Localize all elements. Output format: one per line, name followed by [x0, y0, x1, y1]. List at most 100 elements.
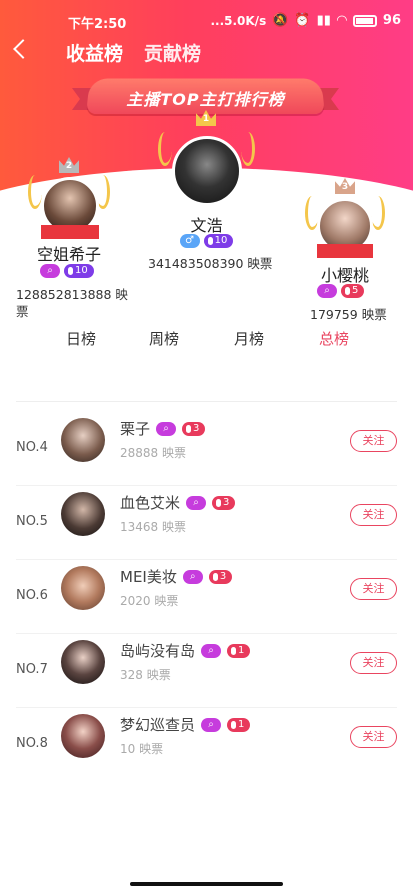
home-indicator[interactable] [130, 882, 283, 886]
podium-third-badges: ⌕ 5 [317, 284, 365, 298]
tab-monthly[interactable]: 月榜 [234, 328, 264, 349]
rank-label: NO.5 [16, 514, 48, 529]
rank-label: NO.8 [16, 736, 48, 751]
podium-second-votes: 128852813888 映 [16, 287, 128, 302]
tab-weekly[interactable]: 周榜 [149, 328, 179, 349]
follow-button[interactable]: 关注 [350, 578, 397, 600]
tab-daily[interactable]: 日榜 [66, 328, 96, 349]
laurel-left-icon [158, 132, 172, 166]
row-divider [16, 633, 397, 634]
level-badge: 10 [64, 264, 94, 278]
status-bar: 下午2:50 ...5.0K/s 🔕 ⏰ ▮▮ ◠ 96 [0, 0, 413, 34]
tab-income-ranking[interactable]: 收益榜 [66, 39, 123, 66]
mic-icon [68, 267, 73, 275]
level-badge: 1 [227, 717, 251, 732]
alarm-icon: ⏰ [294, 13, 311, 28]
network-speed: ...5.0K/s [210, 13, 267, 28]
user-name: MEI美妆 [120, 568, 177, 586]
signal-icon: ▮▮ [316, 13, 331, 28]
avatar[interactable] [61, 566, 105, 610]
laurel-right-icon [241, 132, 255, 166]
list-name-row: 岛屿没有岛 ⌕ 1 [120, 640, 251, 661]
male-icon: ♂ [179, 234, 200, 248]
mic-icon [216, 498, 222, 507]
podium-second-badges: ⌕ 10 [40, 264, 94, 278]
top-nav: 收益榜 贡献榜 [0, 36, 413, 66]
avatar[interactable] [172, 136, 242, 206]
list-name-row: 血色艾米 ⌕ 3 [120, 492, 236, 513]
laurel-left-icon [28, 175, 42, 209]
follow-button[interactable]: 关注 [350, 430, 397, 452]
avatar[interactable] [61, 640, 105, 684]
mic-icon [212, 572, 218, 581]
user-name: 血色艾米 [120, 494, 181, 512]
avatar[interactable] [61, 492, 105, 536]
user-name: 岛屿没有岛 [120, 642, 196, 660]
podium-ribbon [41, 225, 99, 239]
mic-icon [231, 646, 237, 655]
follow-button[interactable]: 关注 [350, 504, 397, 526]
podium-first[interactable]: 1 文浩 ♂ 10 [150, 108, 263, 273]
tab-total[interactable]: 总榜 [319, 328, 349, 349]
list-name-row: 梦幻巡查员 ⌕ 1 [120, 714, 251, 735]
level-badge: 3 [182, 421, 206, 436]
list-name-row: MEI美妆 ⌕ 3 [120, 566, 233, 587]
wifi-icon: ◠ [336, 13, 347, 28]
avatar[interactable] [61, 418, 105, 462]
level-badge: 10 [203, 234, 234, 248]
user-name: 梦幻巡查员 [120, 716, 196, 734]
mic-icon [345, 287, 350, 295]
user-name: 栗子 [120, 420, 151, 438]
rank-label: NO.4 [16, 440, 48, 455]
battery-level: 96 [382, 13, 401, 28]
list-item[interactable]: NO.6 MEI美妆 ⌕ 3 2020 映票 关注 [0, 562, 413, 634]
mute-icon: 🔕 [272, 13, 289, 28]
list-name-row: 栗子 ⌕ 3 [120, 418, 206, 439]
podium-badges: ♂ 10 [150, 234, 263, 248]
tab-contribution-ranking[interactable]: 贡献榜 [144, 39, 201, 66]
vote-count: 328 映票 [120, 668, 171, 682]
podium-ribbon [317, 244, 373, 258]
status-icons: ...5.0K/s 🔕 ⏰ ▮▮ ◠ 96 [210, 13, 401, 28]
battery-icon [352, 14, 377, 27]
avatar[interactable] [61, 714, 105, 758]
list-item[interactable]: NO.8 梦幻巡查员 ⌕ 1 10 映票 关注 [0, 710, 413, 782]
rank-label: NO.7 [16, 662, 48, 677]
search-icon: ⌕ [186, 495, 207, 510]
podium-name: 文浩 [190, 216, 223, 235]
list-item[interactable]: NO.7 岛屿没有岛 ⌕ 1 328 映票 关注 [0, 636, 413, 708]
level-badge: 5 [341, 284, 365, 298]
podium-third[interactable]: 3 小樱桃 [291, 176, 399, 286]
search-icon: ⌕ [201, 717, 222, 732]
follow-button[interactable]: 关注 [350, 726, 397, 748]
crown-bronze-icon: 3 [335, 178, 355, 194]
level-badge: 1 [227, 643, 251, 658]
search-icon: ⌕ [40, 264, 60, 278]
vote-count: 28888 映票 [120, 446, 186, 460]
podium-name: 空姐希子 [36, 245, 101, 264]
podium-second[interactable]: 2 空姐希子 [14, 155, 124, 265]
vote-count: 13468 映票 [120, 520, 186, 534]
list-divider [16, 401, 397, 402]
rank-label: NO.6 [16, 588, 48, 603]
crown-silver-icon: 2 [59, 157, 79, 173]
list-item[interactable]: NO.4 栗子 ⌕ 3 28888 映票 关注 [0, 414, 413, 486]
vote-count: 10 映票 [120, 742, 164, 756]
row-divider [16, 485, 397, 486]
row-divider [16, 559, 397, 560]
row-divider [16, 707, 397, 708]
mic-icon [186, 424, 192, 433]
list-item[interactable]: NO.5 血色艾米 ⌕ 3 13468 映票 关注 [0, 488, 413, 560]
podium-first-votes: 341483508390 映票 [148, 256, 273, 271]
banner-title: 主播TOP主打排行榜 [126, 90, 285, 109]
follow-button[interactable]: 关注 [350, 652, 397, 674]
search-icon: ⌕ [201, 643, 222, 658]
back-icon[interactable] [13, 39, 33, 59]
level-badge: 3 [208, 569, 233, 584]
crown-gold-icon: 1 [196, 110, 216, 126]
search-icon: ⌕ [156, 421, 177, 436]
mic-icon [231, 720, 237, 729]
podium-second-votes-unit: 票 [16, 304, 29, 319]
podium-third-votes: 179759 映票 [310, 307, 387, 322]
podium-name: 小樱桃 [320, 266, 369, 285]
